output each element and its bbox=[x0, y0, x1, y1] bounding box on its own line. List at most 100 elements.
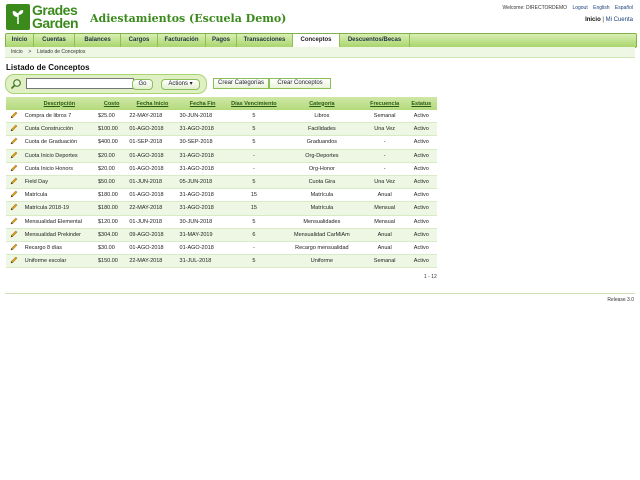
cell-fecha-fin: 31-AGO-2018 bbox=[177, 162, 228, 176]
pager-range: 1 - 12 bbox=[424, 274, 437, 280]
edit-column-header bbox=[6, 97, 23, 110]
cell-fecha-fin: 01-AGO-2018 bbox=[177, 241, 228, 256]
logo-box bbox=[6, 4, 30, 30]
edit-cell[interactable] bbox=[6, 228, 23, 242]
header-fecha-fin[interactable]: Fecha Fin bbox=[177, 97, 228, 110]
logout-link[interactable]: Logout bbox=[572, 5, 587, 11]
edit-cell[interactable] bbox=[6, 175, 23, 190]
conceptos-table: Descripción Costo Fecha Inicio Fecha Fin… bbox=[6, 97, 437, 269]
cell-estatus: Activo bbox=[405, 162, 437, 176]
actions-button[interactable]: Actions ▾ bbox=[161, 79, 200, 90]
tab-cuentas[interactable]: Cuentas bbox=[34, 34, 75, 47]
header-estatus[interactable]: Estatus bbox=[405, 97, 437, 110]
header-costo[interactable]: Costo bbox=[95, 97, 128, 110]
table-row: Cuota Inicio Deportes $20.00 01-AGO-2018 31… bbox=[6, 149, 437, 163]
cell-fecha-inicio: 01-JUN-2018 bbox=[127, 215, 178, 229]
pencil-icon[interactable] bbox=[10, 151, 18, 159]
cell-frecuencia: Anual bbox=[363, 188, 406, 203]
cell-frecuencia: Semanal bbox=[363, 254, 406, 269]
header-dias-vencimiento[interactable]: Días Vencimiento bbox=[227, 97, 281, 110]
pencil-icon[interactable] bbox=[10, 124, 18, 132]
edit-cell[interactable] bbox=[6, 188, 23, 203]
crear-categorias-button[interactable]: Crear Categorías bbox=[213, 78, 269, 89]
breadcrumb-home[interactable]: Inicio bbox=[11, 49, 23, 55]
cell-categoria: Facilidades bbox=[280, 122, 364, 137]
breadcrumb-current: Listado de Conceptos bbox=[36, 49, 86, 55]
english-link[interactable]: English bbox=[593, 5, 609, 11]
cell-fecha-fin: 31-MAY-2019 bbox=[177, 228, 228, 242]
magnifier-icon[interactable] bbox=[10, 78, 22, 90]
edit-cell[interactable] bbox=[6, 201, 23, 216]
header-categoria[interactable]: Categoría bbox=[280, 97, 364, 110]
cell-fecha-fin: 30-SEP-2018 bbox=[177, 135, 228, 150]
cell-estatus: Activo bbox=[405, 149, 437, 163]
cell-estatus: Activo bbox=[405, 188, 437, 203]
cell-fecha-fin: 30-JUN-2018 bbox=[177, 110, 228, 124]
search-input[interactable] bbox=[26, 78, 134, 89]
edit-cell[interactable] bbox=[6, 241, 23, 256]
cell-categoria: Libros bbox=[280, 110, 364, 124]
edit-cell[interactable] bbox=[6, 215, 23, 229]
cell-fecha-inicio: 01-AGO-2018 bbox=[127, 162, 178, 176]
edit-cell[interactable] bbox=[6, 110, 23, 124]
pencil-icon[interactable] bbox=[10, 256, 18, 264]
pencil-icon[interactable] bbox=[10, 137, 18, 145]
edit-cell[interactable] bbox=[6, 162, 23, 176]
pencil-icon[interactable] bbox=[10, 190, 18, 198]
cell-fecha-fin: 31-AGO-2018 bbox=[177, 149, 228, 163]
go-button[interactable]: Go bbox=[132, 79, 153, 90]
tab-cargos[interactable]: Cargos bbox=[121, 34, 158, 47]
cell-categoria: Mensualidad CarMiAm bbox=[280, 228, 364, 242]
cell-costo: $150.00 bbox=[95, 254, 128, 269]
cell-categoria: Mensualidades bbox=[280, 215, 364, 229]
crear-conceptos-button[interactable]: Crear Conceptos bbox=[269, 78, 331, 89]
edit-cell[interactable] bbox=[6, 122, 23, 137]
tab-inicio[interactable]: Inicio bbox=[6, 34, 34, 47]
table-row: Field Day $50.00 01-JUN-2018 05-JUN-2018 5 Cu… bbox=[6, 175, 437, 190]
pencil-icon[interactable] bbox=[10, 111, 18, 119]
cell-dias-vencimiento: 15 bbox=[227, 201, 281, 216]
pencil-icon[interactable] bbox=[10, 243, 18, 251]
tab-transacciones[interactable]: Transacciones bbox=[237, 34, 293, 47]
edit-cell[interactable] bbox=[6, 254, 23, 269]
cell-fecha-fin: 30-JUN-2018 bbox=[177, 215, 228, 229]
pencil-icon[interactable] bbox=[10, 164, 18, 172]
tab-facturacion[interactable]: Facturación bbox=[158, 34, 206, 47]
cell-estatus: Activo bbox=[405, 135, 437, 150]
pencil-icon[interactable] bbox=[10, 203, 18, 211]
cell-categoria: Matrícula bbox=[280, 201, 364, 216]
pencil-icon[interactable] bbox=[10, 217, 18, 225]
header-descripcion[interactable]: Descripción bbox=[22, 97, 96, 110]
edit-cell[interactable] bbox=[6, 149, 23, 163]
tab-balances[interactable]: Balances bbox=[75, 34, 121, 47]
cell-categoria: Cuota Gira bbox=[280, 175, 364, 190]
tab-pagos[interactable]: Pagos bbox=[206, 34, 237, 47]
header-fecha-inicio[interactable]: Fecha Inicio bbox=[127, 97, 178, 110]
breadcrumb-separator: > bbox=[28, 49, 32, 55]
edit-cell[interactable] bbox=[6, 135, 23, 150]
tab-conceptos[interactable]: Conceptos bbox=[293, 34, 340, 48]
cell-frecuencia: Anual bbox=[363, 228, 406, 242]
header-frecuencia[interactable]: Frecuencia bbox=[363, 97, 406, 110]
cell-frecuencia: Anual bbox=[363, 241, 406, 256]
cell-estatus: Activo bbox=[405, 241, 437, 256]
main-nav: Inicio Cuentas Balances Cargos Facturaci… bbox=[5, 33, 637, 48]
mi-cuenta-link[interactable]: Mi Cuenta bbox=[606, 17, 633, 23]
search-bar: Go Actions ▾ bbox=[5, 74, 207, 94]
cell-dias-vencimiento: 15 bbox=[227, 188, 281, 203]
cell-estatus: Activo bbox=[405, 215, 437, 229]
cell-categoria: Org-Deportes bbox=[280, 149, 364, 163]
cell-frecuencia: Mensual bbox=[363, 201, 406, 216]
grades-garden-logo[interactable]: Grades Garden bbox=[6, 2, 84, 31]
cell-costo: $30.00 bbox=[95, 241, 128, 256]
cell-categoria: Matrícula bbox=[280, 188, 364, 203]
espanol-link[interactable]: Español bbox=[615, 5, 633, 11]
pencil-icon[interactable] bbox=[10, 230, 18, 238]
cell-descripcion: Cuota Inicio Honors bbox=[22, 162, 96, 176]
cell-frecuencia: - bbox=[363, 135, 406, 150]
pencil-icon[interactable] bbox=[10, 177, 18, 185]
inicio-link[interactable]: Inicio bbox=[585, 17, 601, 23]
tab-descuentos-becas[interactable]: Descuentos/Becas bbox=[340, 34, 410, 47]
cell-fecha-inicio: 22-MAY-2018 bbox=[127, 201, 178, 216]
cell-categoria: Graduandos bbox=[280, 135, 364, 150]
